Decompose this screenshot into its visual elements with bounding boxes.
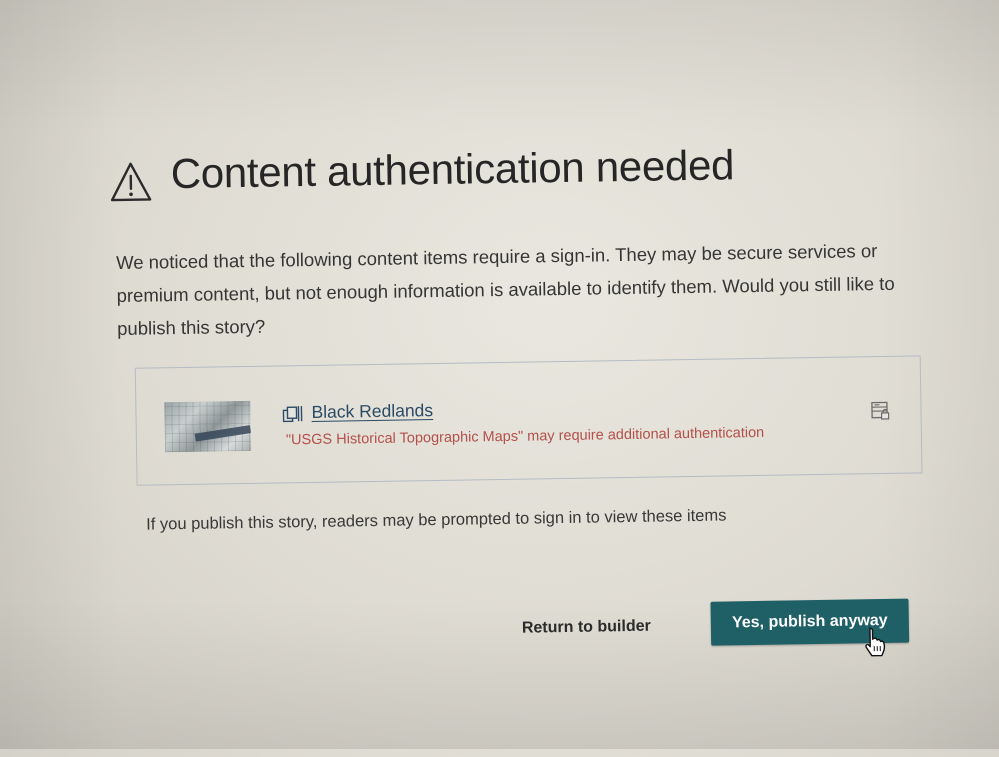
item-title-link[interactable]: Black Redlands [311, 400, 433, 423]
dialog-header: Content authentication needed [108, 136, 734, 204]
dialog-description: We noticed that the following content it… [116, 233, 917, 345]
warning-icon [108, 159, 153, 204]
authentication-dialog: Content authentication needed We noticed… [0, 0, 999, 757]
content-item-card: Black Redlands "USGS Historical Topograp… [135, 355, 923, 485]
item-auth-warning: "USGS Historical Topographic Maps" may r… [286, 425, 765, 449]
hand-cursor-icon [862, 626, 888, 658]
item-thumbnail [164, 401, 251, 452]
secure-service-icon [870, 401, 890, 421]
map-layer-icon [282, 405, 302, 423]
return-to-builder-button[interactable]: Return to builder [512, 610, 661, 646]
dialog-title: Content authentication needed [170, 141, 734, 198]
publish-note: If you publish this story, readers may b… [146, 506, 726, 534]
